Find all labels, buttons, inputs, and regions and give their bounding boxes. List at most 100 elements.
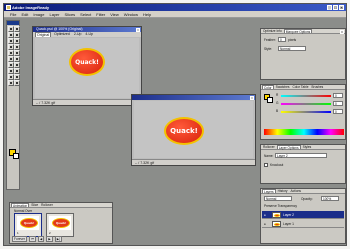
tab-2-up[interactable]: 2-Up bbox=[73, 32, 83, 37]
layer-row[interactable]: ● Layer 2 bbox=[262, 211, 344, 219]
menu-filter[interactable]: Filter bbox=[96, 11, 105, 17]
opacity-input[interactable]: 100% bbox=[321, 196, 339, 201]
menu-select[interactable]: Select bbox=[80, 11, 91, 17]
feather-input[interactable]: 0 bbox=[278, 37, 286, 42]
play-button[interactable]: ▶ bbox=[46, 236, 53, 242]
color-spectrum-bar[interactable] bbox=[264, 129, 344, 135]
window-controls: _ □ × bbox=[327, 5, 344, 10]
menu-image[interactable]: Image bbox=[33, 11, 44, 17]
blue-label: B bbox=[276, 109, 279, 113]
tab-history[interactable]: History bbox=[277, 189, 289, 193]
layer-row[interactable]: ● Layer 1 bbox=[262, 220, 344, 228]
feather-label: Feather: bbox=[264, 38, 276, 42]
opacity-label: Opacity: bbox=[301, 197, 313, 201]
minimize-button[interactable]: _ bbox=[327, 5, 332, 10]
palette-close-button[interactable] bbox=[340, 29, 344, 34]
tab-layers[interactable]: Layers bbox=[262, 189, 276, 194]
app-title: Adobe ImageReady bbox=[12, 5, 50, 10]
background-color-swatch[interactable] bbox=[13, 153, 19, 159]
document-canvas[interactable]: Quack! bbox=[134, 101, 253, 158]
tab-slice[interactable]: Slice bbox=[30, 203, 39, 207]
frame-thumbnail: Quack! bbox=[49, 216, 71, 230]
color-palette: Color Swatches Color Table Brushes R 0 G… bbox=[260, 84, 346, 140]
background-color-chip[interactable] bbox=[267, 97, 273, 103]
tab-original[interactable]: Original bbox=[35, 32, 52, 37]
layer-name: Layer 1 bbox=[283, 222, 294, 226]
green-label: G bbox=[276, 101, 279, 105]
layer-thumbnail bbox=[272, 212, 281, 218]
menu-view[interactable]: View bbox=[110, 11, 119, 17]
visibility-eye-icon[interactable]: ● bbox=[264, 222, 268, 226]
first-frame-button[interactable]: ⏮ bbox=[28, 236, 36, 242]
document-status: -- / 7.32K gif bbox=[132, 159, 255, 165]
tab-rollover[interactable]: Rollover bbox=[262, 145, 276, 149]
feather-unit: pixels bbox=[288, 38, 297, 42]
loop-select[interactable]: Forever bbox=[12, 236, 27, 242]
quack-graphic: Quack! bbox=[52, 218, 70, 228]
visibility-eye-icon[interactable]: ● bbox=[264, 213, 268, 217]
animation-frame[interactable]: Quack! 2 bbox=[46, 213, 74, 237]
image-map-tool-icon[interactable] bbox=[14, 80, 20, 86]
layer-thumbnail bbox=[272, 221, 281, 227]
menu-layer[interactable]: Layer bbox=[49, 11, 59, 17]
palette-tabs: Layers History Actions bbox=[261, 189, 345, 194]
blue-input[interactable]: 0 bbox=[333, 109, 343, 114]
animation-palette: Animation Slice Rollover Normal Over Qua… bbox=[9, 202, 113, 244]
document-window-original: Quack.psd @ 100% (Original) Original Opt… bbox=[32, 26, 142, 106]
green-slider[interactable] bbox=[281, 103, 331, 105]
menu-help[interactable]: Help bbox=[143, 11, 151, 17]
document-title-bar: Quack.psd @ 100% (Original) bbox=[33, 27, 141, 32]
next-frame-button[interactable]: ▶| bbox=[54, 236, 63, 242]
tab-brushes[interactable]: Brushes bbox=[311, 85, 325, 89]
document-canvas[interactable]: Quack! bbox=[35, 38, 139, 98]
tab-actions[interactable]: Actions bbox=[290, 189, 302, 193]
frame-number: 2 bbox=[49, 231, 51, 235]
menu-window[interactable]: Window bbox=[124, 11, 138, 17]
animation-frame[interactable]: Quack! 1 bbox=[14, 213, 42, 237]
quack-graphic: Quack! bbox=[20, 218, 38, 228]
document-close-button[interactable] bbox=[250, 95, 254, 100]
frame-thumbnail: Quack! bbox=[17, 216, 39, 230]
tab-rollover-2[interactable]: Rollover bbox=[40, 203, 54, 207]
tab-swatches[interactable]: Swatches bbox=[275, 85, 291, 89]
close-button[interactable]: × bbox=[339, 5, 344, 10]
red-slider[interactable] bbox=[281, 95, 331, 97]
maximize-button[interactable]: □ bbox=[333, 5, 338, 10]
tab-optimize-info[interactable]: Optimize Info bbox=[262, 29, 283, 33]
knockout-checkbox[interactable] bbox=[264, 163, 268, 167]
red-input[interactable]: 0 bbox=[333, 93, 343, 98]
document-title-bar bbox=[132, 95, 255, 100]
blue-slider[interactable] bbox=[281, 111, 331, 113]
tab-4-up[interactable]: 4-Up bbox=[84, 32, 94, 37]
menu-edit[interactable]: Edit bbox=[21, 11, 28, 17]
layer-name: Layer 2 bbox=[283, 213, 294, 217]
tab-animation[interactable]: Animation bbox=[11, 203, 30, 208]
previous-frame-button[interactable]: ◀ bbox=[37, 236, 45, 242]
layer-name-label: Name: bbox=[264, 154, 274, 158]
style-select[interactable]: Normal bbox=[278, 46, 306, 51]
tab-color-table[interactable]: Color Table bbox=[291, 85, 309, 89]
red-label: R bbox=[276, 93, 279, 97]
layer-name-input[interactable]: Layer 2 bbox=[275, 153, 327, 158]
document-close-button[interactable] bbox=[136, 27, 140, 32]
palette-tabs: Optimize Info Marquee Options bbox=[261, 29, 345, 34]
app-window: Adobe ImageReady _ □ × File Edit Image L… bbox=[3, 3, 347, 246]
preserve-transparency-label: Preserve Transparency bbox=[264, 204, 297, 208]
tab-color[interactable]: Color bbox=[262, 85, 274, 90]
quack-graphic: Quack! bbox=[164, 117, 204, 145]
tab-marquee-options[interactable]: Marquee Options bbox=[283, 29, 313, 34]
menu-file[interactable]: File bbox=[10, 11, 16, 17]
palette-tabs: Color Swatches Color Table Brushes bbox=[261, 85, 345, 90]
blend-mode-select[interactable]: Normal bbox=[264, 196, 292, 201]
green-input[interactable]: 0 bbox=[333, 101, 343, 106]
playback-controls: Forever ⏮ ◀ ▶ ▶| bbox=[12, 236, 63, 242]
layers-palette: Layers History Actions Normal Opacity: 1… bbox=[260, 188, 346, 244]
document-view-tabs: Original Optimized 2-Up 4-Up bbox=[33, 32, 141, 37]
tab-styles[interactable]: Styles bbox=[302, 145, 313, 149]
frame-number: 1 bbox=[17, 231, 19, 235]
palette-tabs: Rollover Layer Options Styles bbox=[261, 145, 345, 150]
tab-optimized[interactable]: Optimized bbox=[53, 32, 71, 37]
menu-slices[interactable]: Slices bbox=[65, 11, 76, 17]
tab-layer-options[interactable]: Layer Options bbox=[276, 145, 301, 150]
menu-bar: File Edit Image Layer Slices Select Filt… bbox=[4, 11, 346, 18]
